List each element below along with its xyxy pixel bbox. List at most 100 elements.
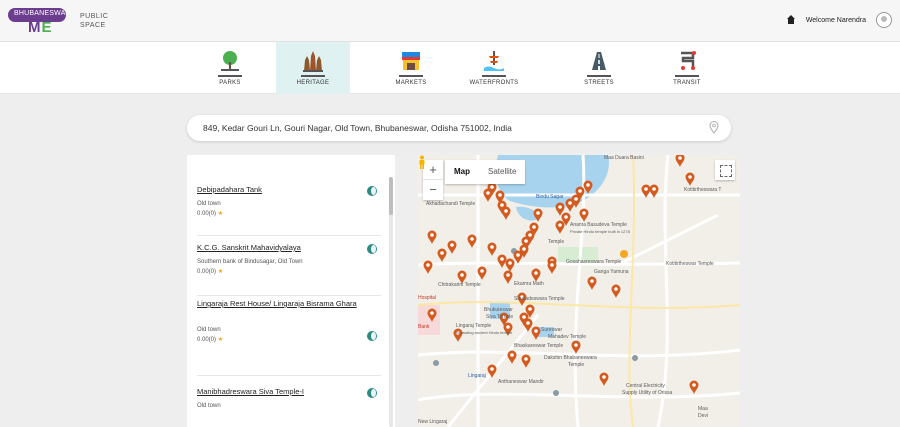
map-label: Temple [568,362,585,368]
tab-heritage[interactable]: HERITAGE [276,42,350,94]
globe-icon[interactable] [367,331,377,341]
marker-dot [558,223,562,227]
place-title-link[interactable]: Lingaraja Rest House/ Lingaraja Bisrama … [197,299,365,309]
zoom-controls: + − [423,160,443,200]
marker-dot [522,247,526,251]
avatar[interactable] [876,12,892,28]
marker-dot [586,183,590,187]
heritage-marker-icon[interactable] [503,270,513,285]
marker-dot [568,201,572,205]
logo-me-right: E [41,19,53,36]
marker-dot [486,191,490,195]
heritage-marker-icon[interactable] [427,230,437,245]
place-location: Old town [197,327,221,333]
tab-markets[interactable]: MARKETS [374,42,448,94]
marker-dot [558,205,562,209]
map-label: Temple [548,239,565,245]
location-pin-icon[interactable] [709,121,719,134]
heritage-temple-icon [303,51,323,72]
tab-waterfronts[interactable]: WATERFRONTS [457,42,531,94]
heritage-marker-icon[interactable] [547,260,557,275]
map-label: Bindu Sagar [536,194,564,200]
list-item[interactable]: Manibhadreswara Siva Temple-I Old town [197,387,381,427]
heritage-marker-icon[interactable] [467,234,477,249]
map-label: Maa [698,406,708,412]
list-item[interactable]: Debipadahara Tank Old town 0.00(0) ★ [197,185,381,236]
street-icon [592,52,606,70]
globe-icon[interactable] [367,186,377,196]
heritage-marker-icon[interactable] [555,220,565,235]
place-title-link[interactable]: K.C.G. Sanskrit Mahavidyalaya [197,243,365,253]
heritage-marker-icon[interactable] [501,206,511,221]
tab-streets[interactable]: STREETS [562,42,636,94]
tab-parks[interactable]: PARKS [193,42,267,94]
heritage-marker-icon[interactable] [447,240,457,254]
marker-dot [534,329,538,333]
map-type-satellite-button[interactable]: Satellite [479,160,525,184]
heritage-marker-icon[interactable] [611,284,621,299]
tab-transit[interactable]: TRANSIT [650,42,724,94]
marker-dot [504,209,508,213]
fullscreen-icon[interactable] [715,160,735,180]
list-item[interactable]: Lingaraja Rest House/ Lingaraja Bisrama … [197,299,381,376]
heritage-marker-icon[interactable] [689,380,699,395]
place-title-link[interactable]: Debipadahara Tank [197,185,365,195]
list-scrollbar-thumb[interactable] [389,177,393,215]
map-label: Kotitirtheswara T [684,187,722,193]
heritage-marker-icon[interactable] [487,242,497,257]
top-header: BHUBANESWAR ME PUBLIC SPACE Welcome Nare… [0,0,900,42]
heritage-marker-icon[interactable] [685,172,695,187]
place-title-link[interactable]: Manibhadreswara Siva Temple-I [197,387,365,397]
marker-dot [522,315,526,319]
marker-dot [534,271,538,275]
map-view[interactable]: Maa Duara Basini Kotitirtheswara T Bindu… [418,155,740,427]
map-type-map-button[interactable]: Map [445,160,479,184]
pegman-icon[interactable] [418,155,426,169]
marker-dot [528,307,532,311]
place-rating: 0.00(0) ★ [197,210,381,217]
heritage-marker-icon[interactable] [483,188,493,203]
map-label: Hospital [418,295,437,301]
list-scrollbar[interactable] [389,177,393,427]
marker-dot [510,353,514,357]
tab-streets-label: STREETS [584,80,614,86]
map-label: Private Hindu temple built in 1278 [570,229,630,234]
heritage-marker-icon[interactable] [579,208,589,223]
rating-value: 0.00(0) [197,269,217,275]
heritage-marker-icon[interactable] [599,372,609,387]
heritage-marker-icon[interactable] [531,268,541,283]
zoom-in-button[interactable]: + [423,160,443,180]
globe-icon[interactable] [367,244,377,254]
heritage-marker-icon[interactable] [521,354,531,369]
marker-dot [550,263,554,267]
marker-dot [498,193,502,197]
marker-dot [440,251,444,255]
location-search-input[interactable] [203,120,693,136]
hospital-area [418,305,440,335]
marker-dot [516,253,520,257]
globe-icon[interactable] [367,388,377,398]
home-icon[interactable] [786,15,796,25]
map-canvas[interactable] [418,155,740,427]
tab-transit-label: TRANSIT [673,80,701,86]
transit-icon [681,51,696,70]
heritage-marker-icon[interactable] [587,276,597,291]
place-rating: 0.00(0) ★ [197,336,381,343]
tab-underline [218,75,242,77]
heritage-marker-icon[interactable] [497,254,507,269]
map-label: Shukadeswara Temple [514,296,565,302]
heritage-marker-icon[interactable] [507,350,517,365]
marker-dot [450,243,454,247]
zoom-out-button[interactable]: − [423,180,443,200]
map-label: Lingaraj Temple [456,323,492,329]
app-logo[interactable]: BHUBANESWAR ME PUBLIC SPACE [8,6,108,36]
map-label: Ekamra Math [514,281,544,287]
tab-underline [301,75,325,77]
heritage-marker-icon[interactable] [437,248,447,263]
list-item[interactable]: K.C.G. Sanskrit Mahavidyalaya Southern b… [197,243,381,296]
heritage-marker-icon[interactable] [423,260,433,275]
heritage-marker-icon[interactable] [505,258,515,273]
marker-dot [590,279,594,283]
heritage-marker-icon[interactable] [531,326,541,341]
heritage-marker-icon[interactable] [571,340,581,355]
